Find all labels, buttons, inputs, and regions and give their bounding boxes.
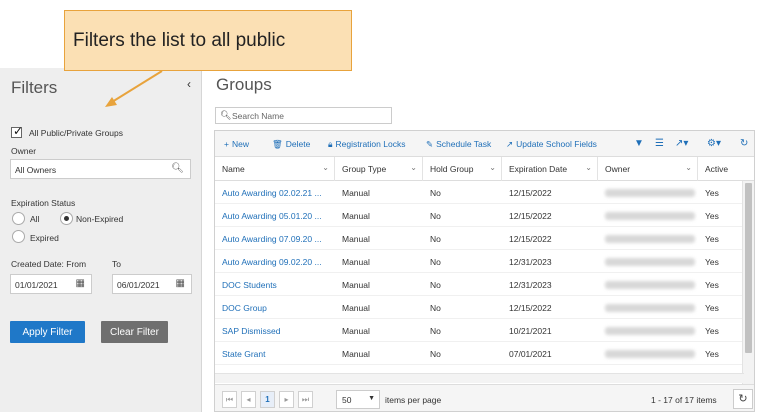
callout-arrow-icon — [105, 70, 163, 107]
